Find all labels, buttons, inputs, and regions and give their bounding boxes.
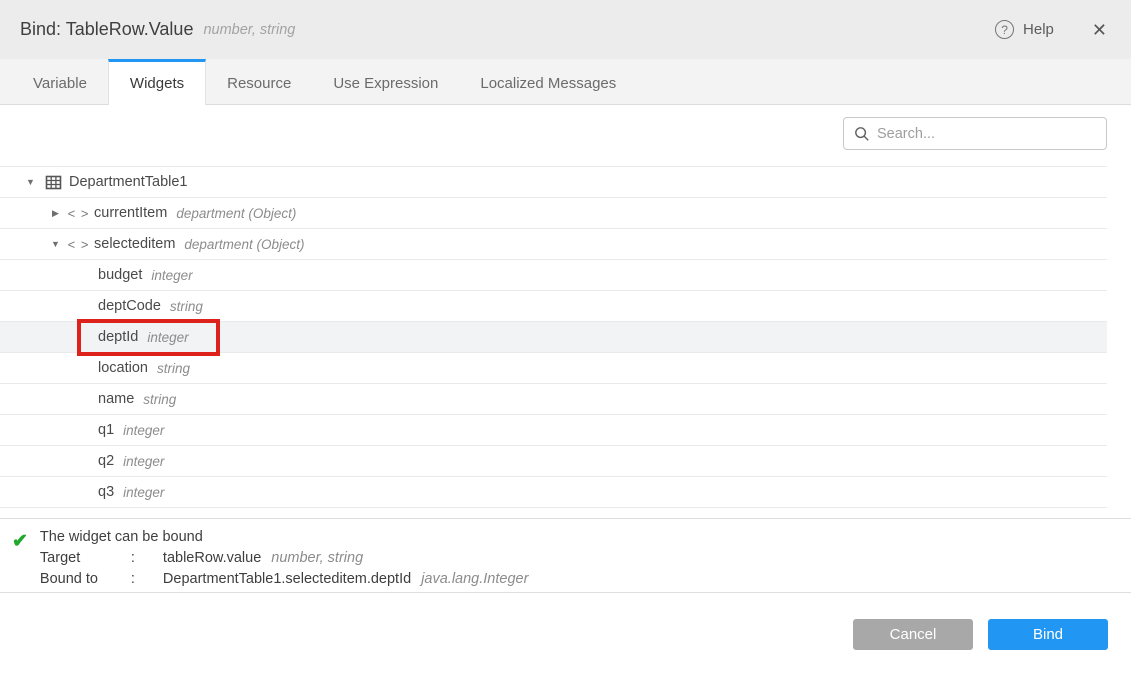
tree-row-label: location [98,360,148,376]
cancel-button[interactable]: Cancel [853,619,973,650]
widget-tree: ▼ DepartmentTable1 ▶ < > currentItem departme… [0,166,1107,508]
tab-widgets[interactable]: Widgets [108,59,206,105]
status-value-row: tableRow.value number, string [163,548,528,569]
tree-row-type: string [157,361,190,376]
tree-row-departmenttable1[interactable]: ▼ DepartmentTable1 [0,167,1107,198]
tab-localized-messages[interactable]: Localized Messages [459,59,637,104]
close-icon[interactable]: ✕ [1092,21,1107,39]
tab-bar: VariableWidgetsResourceUse ExpressionLoc… [0,59,1131,105]
tree-row-type: department (Object) [176,206,296,221]
status-label-bound-to: Bound to [40,569,131,590]
tree-row-q1[interactable]: q1 integer [0,415,1107,446]
status-value: tableRow.value [163,550,261,566]
tree-row-label: name [98,391,134,407]
tree-row-label: budget [98,267,142,283]
help-label: Help [1023,21,1054,38]
tree-row-selecteditem[interactable]: ▼ < > selecteditem department (Object) [0,229,1107,260]
status-value: DepartmentTable1.selecteditem.deptId [163,571,411,587]
tree-row-budget[interactable]: budget integer [0,260,1107,291]
status-details: Target:tableRow.value number, string Bound… [40,548,528,589]
dialog-header: Bind: TableRow.Value number, string ? He… [0,0,1131,59]
tree-row-location[interactable]: location string [0,353,1107,384]
tree-row-label: q1 [98,422,114,438]
status-separator: : [131,548,163,569]
tree-row-deptcode[interactable]: deptCode string [0,291,1107,322]
tree-row-label: deptId [98,329,138,345]
tab-use-expression[interactable]: Use Expression [312,59,459,104]
table-icon [45,174,62,191]
tree-row-name[interactable]: name string [0,384,1107,415]
status-label-target: Target [40,548,131,569]
tree-row-label: DepartmentTable1 [69,174,188,190]
success-check-icon: ✔ [12,530,28,592]
tree-row-label: selecteditem [94,236,175,252]
search-input[interactable] [877,126,1096,142]
status-value-type: java.lang.Integer [421,571,528,587]
tree-row-type: string [143,392,176,407]
tree-row-currentitem[interactable]: ▶ < > currentItem department (Object) [0,198,1107,229]
object-icon: < > [70,236,87,253]
status-value-row: DepartmentTable1.selecteditem.deptId java… [163,569,528,590]
dialog-footer: Cancel Bind [853,619,1108,650]
tree-row-type: department (Object) [184,237,304,252]
expand-arrow-icon[interactable]: ▶ [49,208,62,219]
tree-row-label: q2 [98,453,114,469]
search-box[interactable] [843,117,1107,150]
bind-button[interactable]: Bind [988,619,1108,650]
object-icon: < > [70,205,87,222]
collapse-arrow-icon[interactable]: ▼ [49,239,62,249]
tree-row-type: integer [147,330,188,345]
status-value-type: number, string [271,550,363,566]
dialog-title-type: number, string [203,22,295,38]
status-message: The widget can be bound [40,527,528,547]
search-icon [854,126,870,142]
dialog-title: Bind: TableRow.Value [20,19,193,40]
status-panel: ✔ The widget can be bound Target:tableRo… [0,518,1131,593]
tree-row-type: integer [123,423,164,438]
tree-row-type: string [170,299,203,314]
tree-row-deptid[interactable]: deptId integer [0,322,1107,353]
tree-row-q2[interactable]: q2 integer [0,446,1107,477]
tree-row-label: currentItem [94,205,167,221]
tab-variable[interactable]: Variable [12,59,108,104]
tree-row-type: integer [151,268,192,283]
help-button[interactable]: ? Help [995,20,1054,39]
tree-row-label: deptCode [98,298,161,314]
tree-row-q3[interactable]: q3 integer [0,477,1107,508]
help-icon: ? [995,20,1014,39]
tab-resource[interactable]: Resource [206,59,312,104]
table-icon [45,174,62,191]
tree-row-label: q3 [98,484,114,500]
tree-row-type: integer [123,454,164,469]
collapse-arrow-icon[interactable]: ▼ [24,177,37,187]
tree-row-type: integer [123,485,164,500]
status-separator: : [131,569,163,590]
